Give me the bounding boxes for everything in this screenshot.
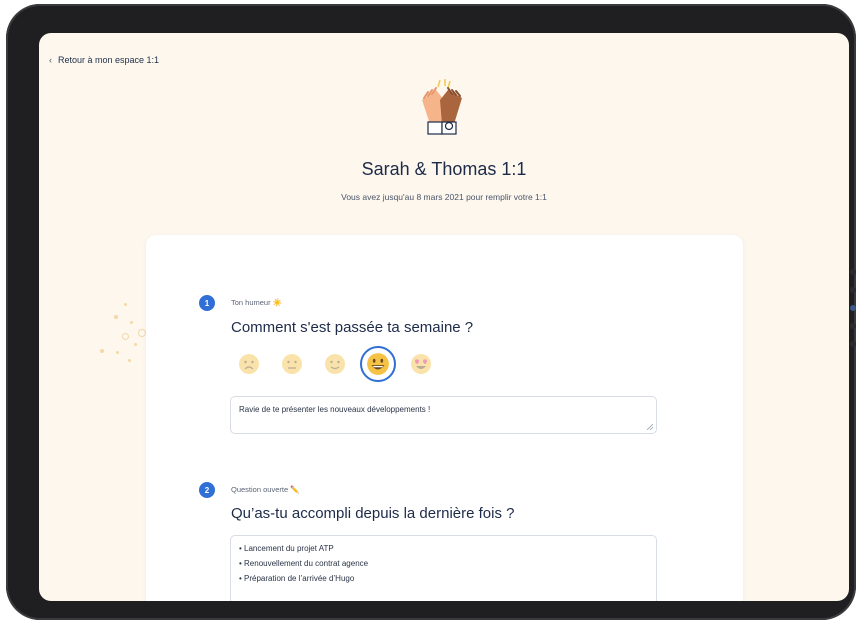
questionnaire-card: 1 Ton humeur ☀️ Comment s'est passée ta … xyxy=(146,235,743,601)
heart-eyes-face-icon xyxy=(411,354,431,374)
question-category-label: Ton humeur ☀️ xyxy=(231,298,283,307)
chevron-left-icon: ‹ xyxy=(49,55,52,65)
resize-handle-icon[interactable] xyxy=(647,424,653,430)
high-five-icon xyxy=(422,79,462,135)
mood-option-grinning-selected[interactable] xyxy=(360,346,396,382)
back-link-label: Retour à mon espace 1:1 xyxy=(58,55,160,65)
back-link[interactable]: ‹ Retour à mon espace 1:1 xyxy=(49,55,159,65)
neutral-face-icon xyxy=(282,354,302,374)
question-category-label: Question ouverte ✏️ xyxy=(231,485,300,494)
tablet-frame: ‹ Retour à mon espace 1:1 Sarah & Thomas… xyxy=(6,4,856,620)
mood-selector xyxy=(231,346,446,382)
mood-comment-text: Ravie de te présenter les nouveaux dével… xyxy=(239,405,431,414)
confetti-decoration xyxy=(94,303,154,373)
answer-line: • Lancement du projet ATP xyxy=(239,544,334,553)
mood-option-slight-smile[interactable] xyxy=(317,346,353,382)
deadline-subtitle: Vous avez jusqu'au 8 mars 2021 pour remp… xyxy=(341,192,547,202)
app-screen: ‹ Retour à mon espace 1:1 Sarah & Thomas… xyxy=(39,33,849,601)
grinning-face-icon xyxy=(367,353,389,375)
accomplishments-textarea[interactable]: • Lancement du projet ATP • Renouvelleme… xyxy=(230,535,657,601)
mood-option-heart-eyes[interactable] xyxy=(403,346,439,382)
sad-face-icon xyxy=(239,354,259,374)
mood-option-neutral[interactable] xyxy=(274,346,310,382)
question-title: Comment s'est passée ta semaine ? xyxy=(231,319,474,336)
mood-option-sad[interactable] xyxy=(231,346,267,382)
page-title: Sarah & Thomas 1:1 xyxy=(361,159,527,179)
mood-comment-textarea[interactable]: Ravie de te présenter les nouveaux dével… xyxy=(230,396,657,434)
question-number-badge: 1 xyxy=(199,295,215,311)
answer-line: • Préparation de l’arrivée d’Hugo xyxy=(239,574,355,583)
slight-smile-face-icon xyxy=(325,354,345,374)
answer-line: • Renouvellement du contrat agence xyxy=(239,559,369,568)
question-title: Qu’as-tu accompli depuis la dernière foi… xyxy=(231,505,515,522)
question-number-badge: 2 xyxy=(199,482,215,498)
